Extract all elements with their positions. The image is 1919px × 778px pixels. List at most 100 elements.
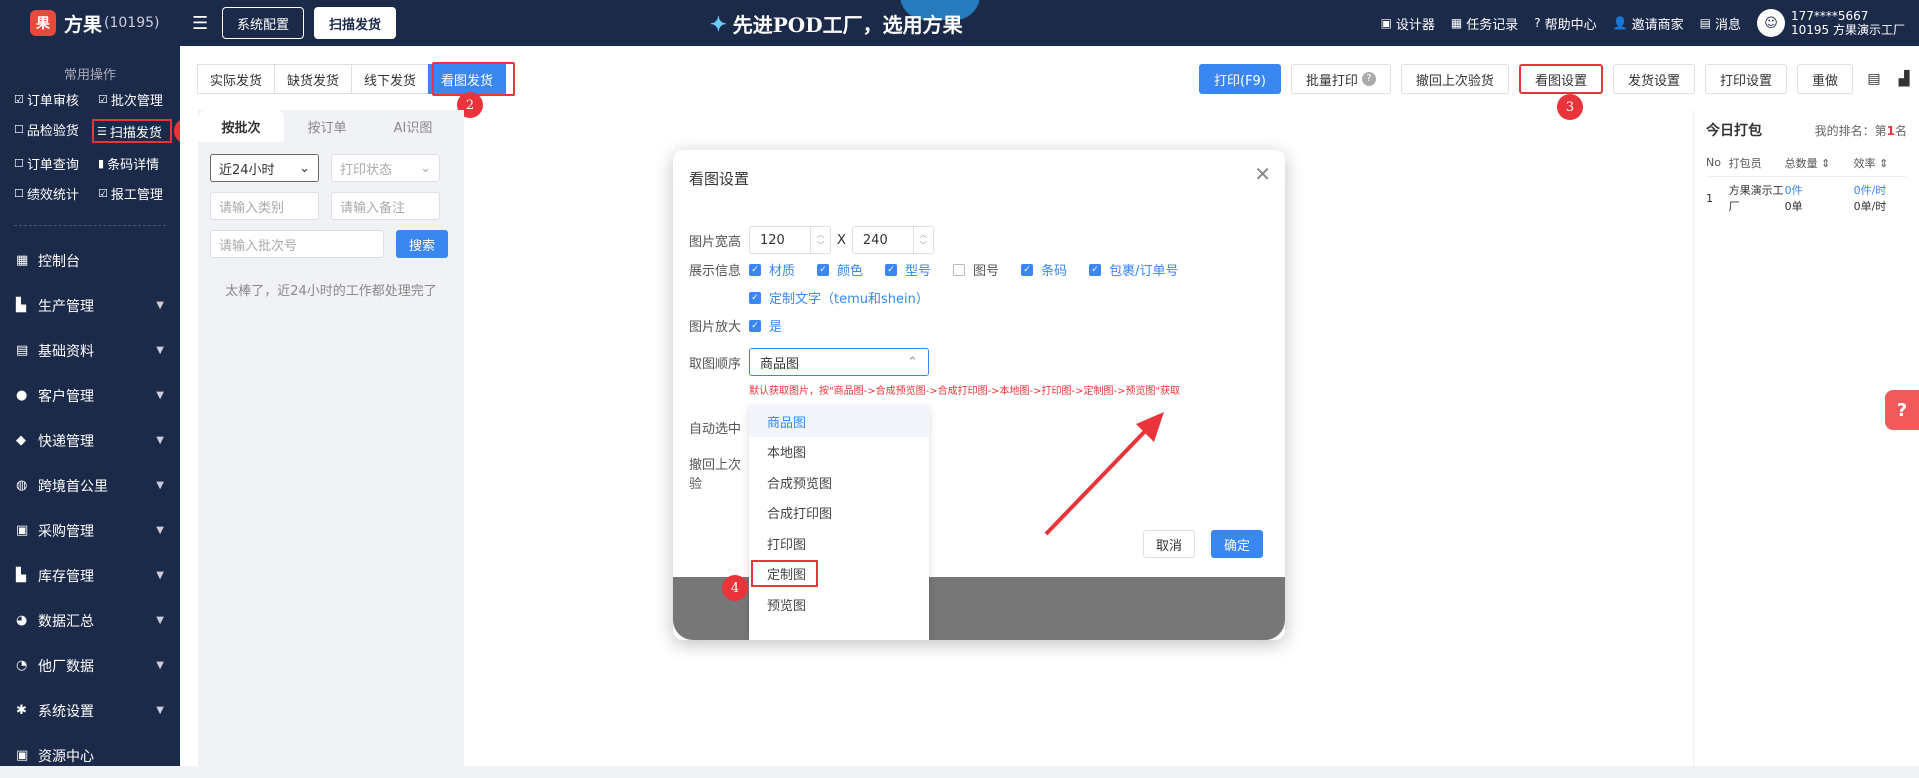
width-input[interactable]: 120 ︿ ﹀ xyxy=(749,226,831,254)
checkbox-material[interactable]: ✓ 材质 xyxy=(749,260,795,279)
tab-by-order[interactable]: 按订单 xyxy=(284,110,370,142)
express-icon: ◆ xyxy=(16,433,26,448)
logo-text: 方果 xyxy=(64,13,103,36)
stepper-icon[interactable]: ︿ ﹀ xyxy=(912,227,933,253)
checkbox-zoom[interactable]: ✓ 是 xyxy=(749,316,782,335)
checkbox-color[interactable]: ✓ 颜色 xyxy=(817,260,863,279)
rank-value: 1 xyxy=(1886,123,1895,138)
brand-logo[interactable]: 果 方果 (10195) xyxy=(0,10,180,37)
sidebar-item-label: 资源中心 xyxy=(38,748,94,765)
checkbox-figure-no[interactable]: 图号 xyxy=(953,260,999,279)
undo-check-button[interactable]: 撤回上次验货 xyxy=(1400,64,1509,94)
user-menu[interactable]: ☺ 177****5667 10195 方果演示工厂 xyxy=(1757,9,1905,37)
sidebar-item-customers[interactable]: ● 客户管理 ▼ xyxy=(0,373,180,418)
remark-input[interactable]: 请输入备注 xyxy=(331,192,440,220)
print-settings-button[interactable]: 打印设置 xyxy=(1704,64,1787,94)
dropdown-option[interactable]: 合成预览图 xyxy=(749,467,929,498)
today-packing-panel: 今日打包 我的排名：第1名 No 打包员 总数量 ⇕ 效率 ⇕ 1 方果演示工厂… xyxy=(1693,110,1919,766)
redo-button[interactable]: 重做 xyxy=(1796,64,1853,94)
category-input[interactable]: 请输入类别 xyxy=(210,192,319,220)
checkbox-label: 图号 xyxy=(973,264,1000,279)
inventory-icon: ▙ xyxy=(16,568,26,583)
sidebar-item-production[interactable]: ▙ 生产管理 ▼ xyxy=(0,283,180,328)
row-eff-orders: 0单/时 xyxy=(1853,200,1887,214)
time-range-select[interactable]: 近24小时 ⌄ xyxy=(210,154,319,182)
chevron-down-icon: ⌄ xyxy=(420,160,431,176)
dropdown-option[interactable]: 合成打印图 xyxy=(749,498,929,529)
dropdown-option-custom[interactable]: 定制图 xyxy=(749,559,929,590)
invite-merchant-label: 邀请商家 xyxy=(1631,17,1684,33)
tab-ai-image[interactable]: AI识图 xyxy=(370,110,456,142)
box-icon: ☐ xyxy=(14,156,24,170)
task-log-link[interactable]: ▦ 任务记录 xyxy=(1451,14,1518,33)
quick-batch-manage[interactable]: ☑ 批次管理 xyxy=(98,89,182,109)
search-button[interactable]: 搜索 xyxy=(396,230,448,258)
view-settings-button[interactable]: 看图设置 xyxy=(1518,64,1603,94)
col-efficiency[interactable]: 效率 ⇕ xyxy=(1854,150,1906,176)
dropdown-option[interactable]: 预览图 xyxy=(749,589,929,620)
quick-item-label: 扫描发货 xyxy=(109,125,162,141)
sidebar-item-system-settings[interactable]: ✱ 系统设置 ▼ xyxy=(0,688,180,733)
system-config-button[interactable]: 系统配置 xyxy=(222,7,305,39)
messages-link[interactable]: ▤ 消息 xyxy=(1700,14,1741,33)
designer-link[interactable]: ▣ 设计器 xyxy=(1381,14,1435,33)
bar-chart-icon[interactable]: ▟ xyxy=(1895,71,1913,87)
print-button[interactable]: 打印(F9) xyxy=(1199,64,1281,94)
sidebar-item-purchase[interactable]: ▣ 采购管理 ▼ xyxy=(0,508,180,553)
row-no: 1 xyxy=(1706,175,1729,220)
tab-shortage-ship[interactable]: 缺货发货 xyxy=(274,64,353,94)
help-float-icon[interactable]: ? xyxy=(1885,390,1919,430)
quick-actions: ☑ 订单审核 ☑ 批次管理 ☐ 品检验货 ☰ 扫描发货 ☐ 订单查询 ▮ 条码详情 ☐ 绩效统… xyxy=(0,83,180,203)
toolbar: 打印(F9) 批量打印? 撤回上次验货 看图设置 发货设置 打印设置 重做 ▤ … xyxy=(1189,64,1919,94)
today-packing-title: 今日打包 xyxy=(1706,123,1762,139)
sidebar-item-express[interactable]: ◆ 快递管理 ▼ xyxy=(0,418,180,463)
close-icon[interactable]: ✕ xyxy=(1254,162,1271,186)
tab-offline-ship[interactable]: 线下发货 xyxy=(351,64,430,94)
tab-by-batch[interactable]: 按批次 xyxy=(198,110,284,142)
empty-state-text: 太棒了，近24小时的工作都处理完了 xyxy=(225,284,437,299)
arrow-shaft xyxy=(1044,422,1154,536)
confirm-button[interactable]: 确定 xyxy=(1211,530,1264,558)
quick-quality-check[interactable]: ☐ 品检验货 xyxy=(14,119,98,139)
sidebar-item-inventory[interactable]: ▙ 库存管理 ▼ xyxy=(0,553,180,598)
quick-work-report[interactable]: ☑ 报工管理 xyxy=(98,183,182,203)
height-input[interactable]: 240 ︿ ﹀ xyxy=(851,226,934,254)
sort-icon: ⇕ xyxy=(1879,156,1889,170)
checkbox-label: 材质 xyxy=(769,264,796,279)
row-packer: 方果演示工厂 xyxy=(1728,175,1785,220)
quick-order-query[interactable]: ☐ 订单查询 xyxy=(14,153,98,173)
sidebar-item-data-summary[interactable]: ◕ 数据汇总 ▼ xyxy=(0,598,180,643)
sidebar-item-basic-data[interactable]: ▤ 基础资料 ▼ xyxy=(0,328,180,373)
sidebar-item-label: 库存管理 xyxy=(38,568,94,585)
menu-toggle-icon[interactable]: ☰ xyxy=(192,13,212,34)
dropdown-option[interactable]: 本地图 xyxy=(749,437,929,468)
sidebar-item-crossborder[interactable]: ◍ 跨境首公里 ▼ xyxy=(0,463,180,508)
stepper-icon[interactable]: ︿ ﹀ xyxy=(810,227,830,253)
info-label: 展示信息 xyxy=(689,264,742,279)
quick-barcode-detail[interactable]: ▮ 条码详情 xyxy=(98,153,182,173)
quick-scan-ship[interactable]: ☰ 扫描发货 xyxy=(92,119,172,143)
checkbox-model[interactable]: ✓ 型号 xyxy=(885,260,931,279)
checkbox-barcode[interactable]: ✓ 条码 xyxy=(1021,260,1067,279)
quick-performance[interactable]: ☐ 绩效统计 xyxy=(14,183,98,203)
help-center-link[interactable]: ? 帮助中心 xyxy=(1534,14,1596,33)
sidebar-item-dashboard[interactable]: ▦ 控制台 xyxy=(0,238,180,283)
invite-merchant-link[interactable]: 👤 邀请商家 xyxy=(1613,14,1684,33)
quick-order-review[interactable]: ☑ 订单审核 xyxy=(14,89,98,109)
image-icon: ▣ xyxy=(1380,16,1392,30)
image-order-select[interactable]: 商品图 ⌃ xyxy=(749,348,929,376)
dropdown-option[interactable]: 打印图 xyxy=(749,528,929,559)
print-status-select[interactable]: 打印状态 ⌄ xyxy=(331,154,440,182)
ship-settings-button[interactable]: 发货设置 xyxy=(1612,64,1695,94)
dropdown-option[interactable]: 商品图 xyxy=(749,406,929,437)
col-total[interactable]: 总数量 ⇕ xyxy=(1785,150,1854,176)
batch-print-button[interactable]: 批量打印? xyxy=(1290,64,1391,94)
checkbox-package-order[interactable]: ✓ 包裹/订单号 xyxy=(1089,260,1178,279)
batch-number-input[interactable]: 请输入批次号 xyxy=(210,230,384,258)
sidebar-item-resources[interactable]: ▣ 资源中心 xyxy=(0,733,180,778)
checkbox-custom-text[interactable]: ✓ 定制文字（temu和shein） xyxy=(749,288,929,307)
tab-actual-ship[interactable]: 实际发货 xyxy=(197,64,276,94)
list-view-icon[interactable]: ▤ xyxy=(1865,71,1883,87)
sidebar-item-other-factory[interactable]: ◔ 他厂数据 ▼ xyxy=(0,643,180,688)
scan-ship-button[interactable]: 扫描发货 xyxy=(314,7,397,39)
